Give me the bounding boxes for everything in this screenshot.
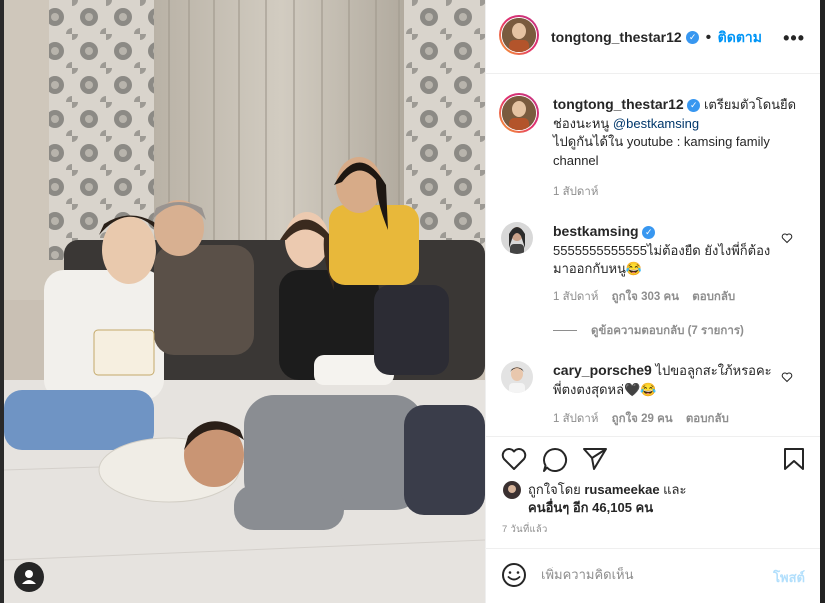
follow-button[interactable]: ติดตาม — [718, 29, 762, 45]
post-photo[interactable] — [4, 0, 485, 603]
caption-text-2: ไปดูกันได้ใน youtube : kamsing family ch… — [553, 134, 770, 168]
verified-icon: ✓ — [687, 99, 701, 113]
avatar-photo — [502, 96, 536, 130]
caption-avatar[interactable] — [499, 93, 539, 133]
family-photo-illustration — [4, 0, 485, 603]
liker-avatar[interactable] — [503, 481, 521, 499]
comment-username[interactable]: cary_porsche9 — [553, 362, 652, 378]
comment-time[interactable]: 1 สัปดาห์ — [553, 413, 598, 425]
post-timestamp[interactable]: 7 วันที่แล้ว — [502, 522, 548, 537]
comment-time[interactable]: 1 สัปดาห์ — [553, 291, 598, 303]
caption-username[interactable]: tongtong_thestar12 — [553, 96, 684, 112]
liked-by-and: และ — [659, 482, 687, 497]
like-heart-icon[interactable] — [501, 447, 527, 471]
comment-reply-button[interactable]: ตอบกลับ — [692, 291, 735, 303]
commenter-avatar[interactable] — [501, 222, 533, 254]
verified-icon: ✓ — [642, 226, 656, 240]
author-avatar[interactable] — [499, 15, 539, 55]
comment-meta: 1 สัปดาห์ ถูกใจ 303 คน ตอบกลับ — [553, 288, 735, 306]
likes-count[interactable]: คนอื่นๆ อีก 46,105 คน — [528, 500, 653, 515]
avatar-photo — [501, 361, 533, 393]
comment-likes[interactable]: ถูกใจ 303 คน — [612, 291, 679, 303]
view-replies[interactable]: ดูข้อความตอบกลับ (7 รายการ) — [553, 322, 744, 340]
caption-time[interactable]: 1 สัปดาห์ — [553, 183, 598, 201]
comment-meta: 1 สัปดาห์ ถูกใจ 29 คน ตอบกลับ — [553, 410, 729, 428]
liked-by-prefix: ถูกใจโดย — [528, 482, 585, 497]
more-options-icon[interactable]: ••• — [783, 28, 805, 49]
caption-mention[interactable]: @bestkamsing — [613, 116, 699, 131]
comment-like-heart-icon[interactable] — [781, 232, 793, 244]
author-username[interactable]: tongtong_thestar12 — [551, 29, 682, 45]
instagram-post-modal: tongtong_thestar12 ✓ • ติดตาม ••• tongto… — [0, 0, 825, 603]
comment-item: bestkamsing ✓ 5555555555555ไม่ต้องยืด ยั… — [501, 222, 806, 317]
comment-body: bestkamsing ✓ 5555555555555ไม่ต้องยืด ยั… — [553, 222, 773, 279]
commenter-avatar[interactable] — [501, 361, 533, 393]
comment-reply-button[interactable]: ตอบกลับ — [686, 413, 729, 425]
comment-body: cary_porsche9 ไปขอลูกสะใภ้หรอคะพี่ตงตงสุ… — [553, 361, 773, 399]
post-actions — [486, 436, 821, 476]
emoji-icon[interactable] — [501, 562, 527, 588]
share-icon[interactable] — [582, 447, 608, 471]
comment-item: cary_porsche9 ไปขอลูกสะใภ้หรอคะพี่ตงตงสุ… — [501, 361, 806, 431]
comment-likes[interactable]: ถูกใจ 29 คน — [612, 413, 673, 425]
post-header: tongtong_thestar12 ✓ • ติดตาม ••• — [486, 0, 821, 74]
user-glyph — [22, 570, 36, 584]
tagged-users-icon[interactable] — [14, 562, 44, 592]
avatar-photo — [503, 481, 521, 499]
post-comment-button[interactable]: โพสต์ — [773, 567, 805, 588]
post-sidebar: tongtong_thestar12 ✓ • ติดตาม ••• tongto… — [485, 0, 821, 603]
comment-username[interactable]: bestkamsing — [553, 223, 639, 239]
comment-input[interactable] — [541, 567, 756, 582]
add-comment-bar: โพสต์ — [486, 548, 821, 603]
post-caption: tongtong_thestar12 ✓ เตรียมตัวโดนยืดช่อง… — [553, 95, 808, 170]
comment-text: 5555555555555ไม่ต้องยืด ยังไงพี่ก็ต้องมา… — [553, 242, 771, 277]
view-replies-label[interactable]: ดูข้อความตอบกลับ (7 รายการ) — [591, 325, 744, 337]
comment-icon[interactable] — [542, 447, 568, 473]
liked-by-user[interactable]: rusameekae — [584, 482, 659, 497]
likes-summary: ถูกใจโดย rusameekae และ คนอื่นๆ อีก 46,1… — [528, 481, 687, 517]
backdrop-right — [820, 0, 825, 603]
avatar-photo — [502, 18, 536, 52]
avatar-photo — [501, 222, 533, 254]
verified-icon: ✓ — [686, 31, 700, 45]
comment-like-heart-icon[interactable] — [781, 371, 793, 383]
save-bookmark-icon[interactable] — [783, 447, 805, 471]
